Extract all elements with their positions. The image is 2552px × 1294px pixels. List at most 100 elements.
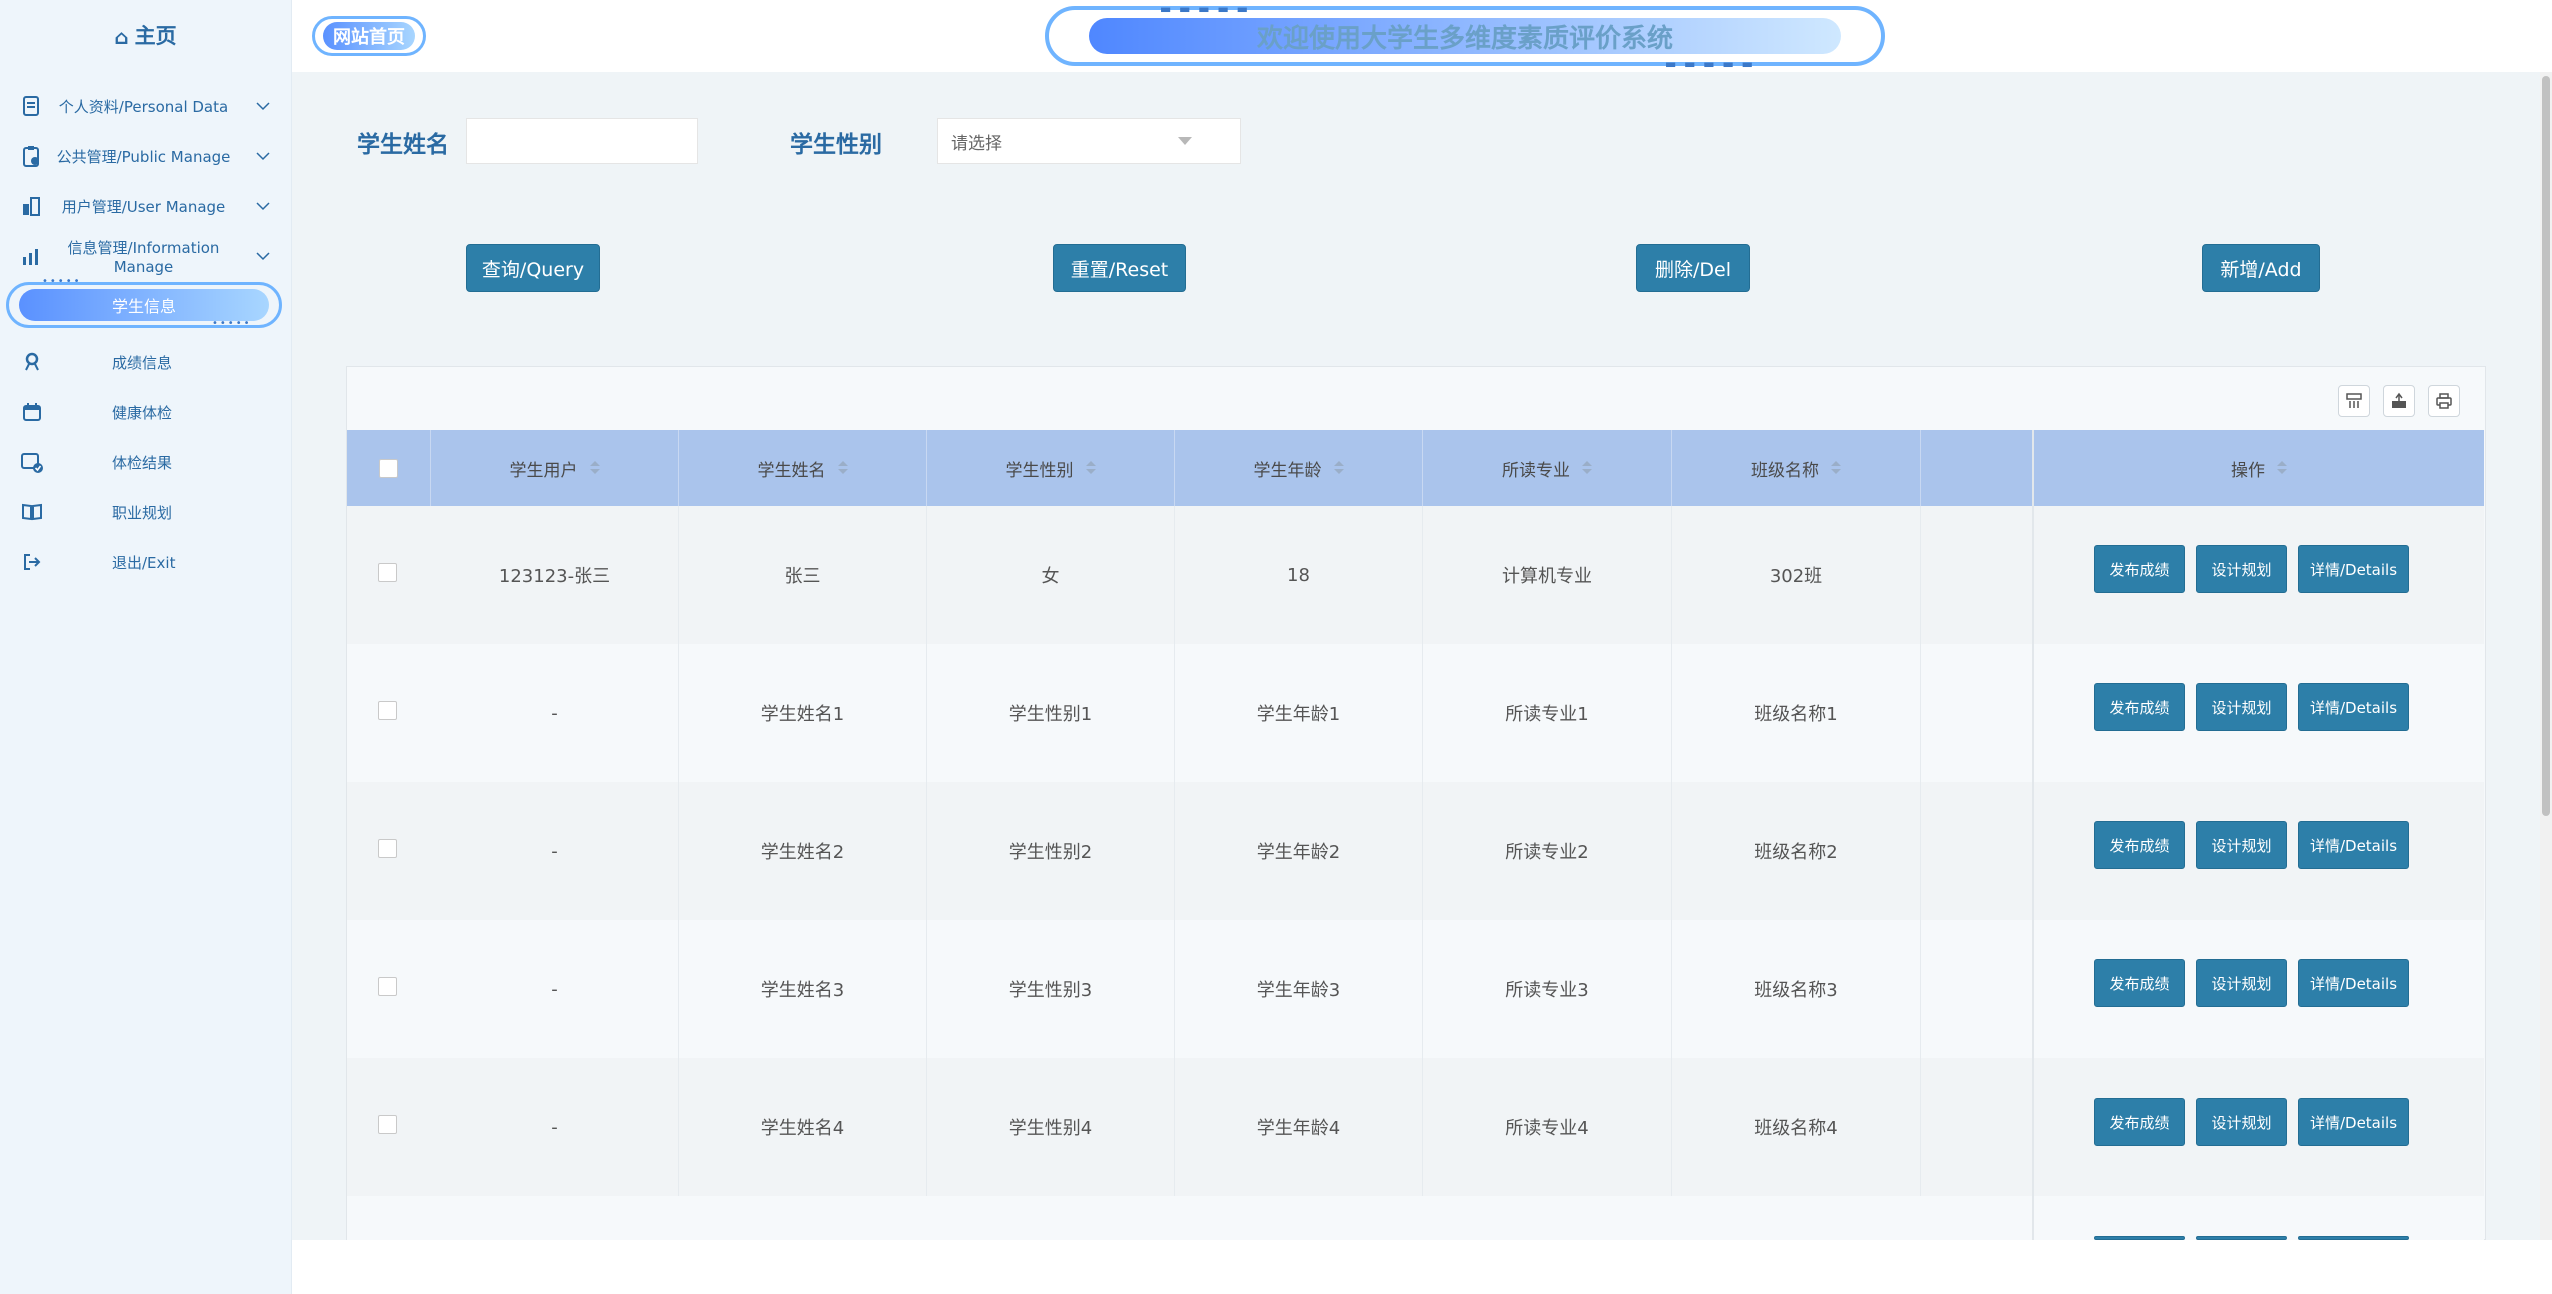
sort-icon[interactable] — [1831, 461, 1841, 475]
col-header-actions[interactable]: 操作 — [2034, 430, 2484, 506]
columns-toggle-button[interactable] — [2338, 385, 2370, 417]
sidebar-item-health-check[interactable]: 健康体检 — [0, 392, 291, 432]
cell-major: 所读专业4 — [1423, 1058, 1672, 1196]
select-all-checkbox[interactable] — [379, 458, 398, 478]
row-checkbox[interactable] — [378, 1115, 397, 1134]
student-gender-select[interactable]: 请选择 — [937, 118, 1241, 164]
footer-area — [292, 1240, 2552, 1294]
col-header-major[interactable]: 所读专业 — [1423, 430, 1672, 506]
add-button[interactable]: 新增/Add — [2202, 244, 2320, 292]
publish-grades-button[interactable]: 发布成绩 — [2094, 683, 2185, 731]
col-header-class[interactable]: 班级名称 — [1672, 430, 1921, 506]
scrollbar-thumb[interactable] — [2542, 76, 2550, 816]
publish-grades-button-partial[interactable] — [2094, 1236, 2185, 1240]
cell-age: 学生年龄4 — [1175, 1058, 1423, 1196]
sidebar-item-label: 体检结果 — [112, 453, 173, 472]
cell-user: - — [431, 920, 679, 1058]
details-button[interactable]: 详情/Details — [2298, 683, 2409, 731]
cell-name: 学生姓名3 — [679, 920, 927, 1058]
sidebar-item-information-manage[interactable]: 信息管理/Information Manage — [0, 236, 291, 276]
design-plan-button[interactable]: 设计规划 — [2196, 959, 2287, 1007]
sort-icon[interactable] — [2277, 461, 2287, 475]
reset-button[interactable]: 重置/Reset — [1053, 244, 1186, 292]
delete-button[interactable]: 删除/Del — [1636, 244, 1750, 292]
sort-icon[interactable] — [1085, 461, 1096, 475]
gender-select-placeholder: 请选择 — [951, 133, 1002, 154]
user-badge-icon — [20, 350, 44, 374]
col-header-label: 班级名称 — [1751, 460, 1819, 481]
chevron-down-icon — [256, 252, 270, 261]
cell-age: 学生年龄1 — [1175, 644, 1423, 782]
query-button[interactable]: 查询/Query — [466, 244, 600, 292]
col-header-label: 学生姓名 — [757, 460, 826, 481]
student-name-input[interactable] — [466, 118, 698, 164]
sidebar-item-check-results[interactable]: 体检结果 — [0, 442, 291, 482]
cell-name: 学生姓名2 — [679, 782, 927, 920]
sidebar-item-career-plan[interactable]: 职业规划 — [0, 492, 291, 532]
details-button[interactable]: 详情/Details — [2298, 821, 2409, 869]
sidebar-home-label: 主页 — [134, 24, 177, 48]
sort-icon[interactable] — [1333, 461, 1344, 475]
col-header-gender[interactable]: 学生性别 — [927, 430, 1175, 506]
table-row-actions — [2033, 1196, 2484, 1240]
col-header-age[interactable]: 学生年龄 — [1175, 430, 1423, 506]
details-button[interactable]: 详情/Details — [2298, 959, 2409, 1007]
design-plan-button[interactable]: 设计规划 — [2196, 545, 2287, 593]
col-header-label: 学生性别 — [1005, 460, 1074, 481]
sort-icon[interactable] — [589, 461, 600, 475]
site-home-label: 网站首页 — [323, 22, 415, 50]
details-button-partial[interactable] — [2298, 1236, 2409, 1240]
caret-down-icon — [1178, 137, 1192, 145]
publish-grades-button[interactable]: 发布成绩 — [2094, 545, 2185, 593]
decor-dots: ▬ ▬ ▬ ▬ ▬ — [1665, 57, 1755, 71]
sidebar-item-personal-data[interactable]: 个人资料/Personal Data — [0, 86, 291, 126]
sidebar-item-label: 学生信息 — [19, 289, 269, 321]
chevron-down-icon — [256, 202, 270, 211]
cell-age: 学生年龄3 — [1175, 920, 1423, 1058]
details-button[interactable]: 详情/Details — [2298, 545, 2409, 593]
export-button[interactable] — [2383, 385, 2415, 417]
cell-age: 学生年龄2 — [1175, 782, 1423, 920]
student-name-label: 学生姓名 — [357, 132, 449, 158]
details-button[interactable]: 详情/Details — [2298, 1098, 2409, 1146]
cell-name: 学生姓名1 — [679, 644, 927, 782]
design-plan-button[interactable]: 设计规划 — [2196, 821, 2287, 869]
row-checkbox[interactable] — [378, 563, 397, 582]
vertical-scrollbar[interactable] — [2540, 72, 2552, 1240]
sidebar-item-label: 个人资料/Personal Data — [58, 97, 229, 116]
cell-class: 班级名称3 — [1672, 920, 1921, 1058]
sidebar-item-grades[interactable]: 成绩信息 — [0, 342, 291, 382]
cell-class: 班级名称2 — [1672, 782, 1921, 920]
row-checkbox[interactable] — [378, 977, 397, 996]
col-header-user[interactable]: 学生用户 — [431, 430, 679, 506]
col-header-name[interactable]: 学生姓名 — [679, 430, 927, 506]
logout-icon — [20, 550, 44, 574]
col-header-blank — [1921, 430, 2033, 506]
col-header-label: 学生年龄 — [1253, 460, 1322, 481]
cell-class: 班级名称4 — [1672, 1058, 1921, 1196]
design-plan-button[interactable]: 设计规划 — [2196, 1098, 2287, 1146]
table-row — [347, 1196, 2033, 1240]
print-button[interactable] — [2428, 385, 2460, 417]
sort-icon[interactable] — [1582, 461, 1592, 475]
cell-user: - — [431, 644, 679, 782]
site-home-button[interactable]: 网站首页 — [312, 16, 426, 56]
sidebar-item-user-manage[interactable]: 用户管理/User Manage — [0, 186, 291, 226]
cell-major: 所读专业1 — [1423, 644, 1672, 782]
calendar-check-icon — [20, 450, 44, 474]
cell-gender: 女 — [927, 506, 1175, 644]
sidebar-item-public-manage[interactable]: 公共管理/Public Manage — [0, 136, 291, 176]
publish-grades-button[interactable]: 发布成绩 — [2094, 1098, 2185, 1146]
design-plan-button-partial[interactable] — [2196, 1236, 2287, 1240]
sidebar-item-exit[interactable]: 退出/Exit — [0, 542, 291, 582]
sort-icon[interactable] — [837, 461, 848, 475]
actions-column-divider — [2032, 430, 2034, 1240]
cell-gender: 学生性别3 — [927, 920, 1175, 1058]
publish-grades-button[interactable]: 发布成绩 — [2094, 959, 2185, 1007]
row-checkbox[interactable] — [378, 701, 397, 720]
publish-grades-button[interactable]: 发布成绩 — [2094, 821, 2185, 869]
sidebar-home[interactable]: ⌂ 主页 — [0, 20, 291, 50]
row-checkbox[interactable] — [378, 839, 397, 858]
sidebar-item-label: 用户管理/User Manage — [61, 197, 226, 216]
design-plan-button[interactable]: 设计规划 — [2196, 683, 2287, 731]
